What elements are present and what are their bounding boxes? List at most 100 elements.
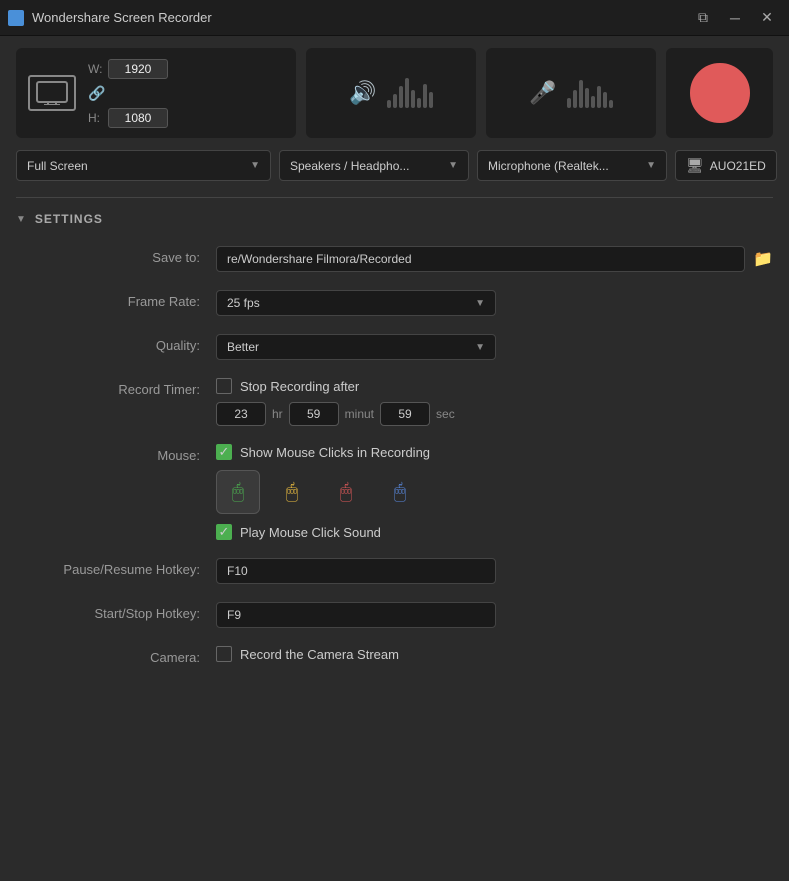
record-button[interactable] (690, 63, 750, 123)
width-row: W: (88, 59, 168, 79)
quality-dropdown[interactable]: Better ▼ (216, 334, 496, 360)
speakers-label: Speakers / Headpho... (290, 159, 409, 173)
camera-control: Record the Camera Stream (216, 646, 773, 662)
timer-min-input[interactable] (289, 402, 339, 426)
dropdowns-row: Full Screen ▼ Speakers / Headpho... ▼ Mi… (16, 150, 773, 181)
play-mouse-click-checkbox[interactable]: ✓ (216, 524, 232, 540)
timer-min-unit: minut (345, 407, 374, 421)
chevron-down-icon: ▼ (250, 160, 260, 171)
width-label: W: (88, 62, 102, 76)
frame-rate-value: 25 fps (227, 296, 260, 310)
timer-inputs: hr minut sec (216, 402, 773, 426)
screen-area: W: 🔗 H: (16, 48, 296, 138)
mouse-label: Mouse: (16, 444, 216, 463)
title-bar: Wondershare Screen Recorder ⧉ ─ ✕ (0, 0, 789, 36)
play-mouse-click-row: ✓ Play Mouse Click Sound (216, 524, 773, 540)
save-path: re/Wondershare Filmora/Recorded (216, 246, 745, 272)
mouse-cursor-blue-icon: 🖱 (394, 481, 406, 504)
mic-dropdown[interactable]: Microphone (Realtek... ▼ (477, 150, 667, 181)
mouse-cursor-red-icon: 🖱 (340, 481, 352, 504)
play-mouse-click-label: Play Mouse Click Sound (240, 525, 381, 540)
show-mouse-checkbox[interactable]: ✓ (216, 444, 232, 460)
record-camera-row: Record the Camera Stream (216, 646, 773, 662)
title-bar-left: Wondershare Screen Recorder (8, 10, 212, 26)
show-mouse-row: ✓ Show Mouse Clicks in Recording (216, 444, 773, 460)
mouse-cursor-green-icon: 🖱 (232, 481, 244, 504)
mouse-style-2-button[interactable]: 🖱 (270, 470, 314, 514)
height-row: H: (88, 108, 168, 128)
dimensions: W: 🔗 H: (88, 59, 168, 128)
settings-header[interactable]: ▼ SETTINGS (16, 212, 773, 226)
app-icon (8, 10, 24, 26)
start-stop-hotkey-control (216, 602, 773, 628)
minimize-button[interactable]: ─ (721, 4, 749, 32)
pause-hotkey-input[interactable] (216, 558, 496, 584)
record-timer-label: Record Timer: (16, 378, 216, 397)
width-input[interactable] (108, 59, 168, 79)
quality-value: Better (227, 340, 259, 354)
frame-rate-dropdown[interactable]: 25 fps ▼ (216, 290, 496, 316)
frame-rate-row: Frame Rate: 25 fps ▼ (16, 290, 773, 316)
link-row: 🔗 (88, 85, 168, 102)
mic-area: 🎤 (486, 48, 656, 138)
show-mouse-label: Show Mouse Clicks in Recording (240, 445, 430, 460)
close-button[interactable]: ✕ (753, 4, 781, 32)
mic-label: Microphone (Realtek... (488, 159, 609, 173)
mouse-style-3-button[interactable]: 🖱 (324, 470, 368, 514)
save-to-control: re/Wondershare Filmora/Recorded 📁 (216, 246, 773, 272)
mouse-style-1-button[interactable]: 🖱 (216, 470, 260, 514)
record-timer-control: Stop Recording after hr minut sec (216, 378, 773, 426)
quality-label: Quality: (16, 334, 216, 353)
pause-hotkey-control (216, 558, 773, 584)
stop-recording-row: Stop Recording after (216, 378, 773, 394)
mouse-control: ✓ Show Mouse Clicks in Recording 🖱 🖱 🖱 🖱 (216, 444, 773, 540)
mouse-icons-row: 🖱 🖱 🖱 🖱 (216, 470, 773, 514)
record-camera-label: Record the Camera Stream (240, 647, 399, 662)
link-icon: 🔗 (88, 85, 105, 102)
collapse-icon: ▼ (16, 214, 27, 225)
app-title: Wondershare Screen Recorder (32, 10, 212, 25)
record-btn-inner (698, 71, 742, 115)
quality-row: Quality: Better ▼ (16, 334, 773, 360)
speakers-dropdown[interactable]: Speakers / Headpho... ▼ (279, 150, 469, 181)
chevron-down-icon: ▼ (475, 298, 485, 309)
save-to-label: Save to: (16, 246, 216, 265)
screen-icon (28, 75, 76, 111)
top-controls: W: 🔗 H: 🔊 🎤 (16, 48, 773, 138)
chevron-down-icon: ▼ (646, 160, 656, 171)
record-camera-checkbox[interactable] (216, 646, 232, 662)
frame-rate-label: Frame Rate: (16, 290, 216, 309)
height-label: H: (88, 111, 102, 125)
timer-hr-input[interactable] (216, 402, 266, 426)
settings-section: ▼ SETTINGS Save to: re/Wondershare Filmo… (16, 197, 773, 665)
mic-icon: 🎤 (529, 80, 556, 106)
start-stop-hotkey-row: Start/Stop Hotkey: (16, 602, 773, 628)
timer-sec-input[interactable] (380, 402, 430, 426)
main-content: W: 🔗 H: 🔊 🎤 (0, 36, 789, 695)
quality-control: Better ▼ (216, 334, 773, 360)
audio-bars (387, 78, 433, 108)
record-timer-row: Record Timer: Stop Recording after hr mi… (16, 378, 773, 426)
folder-button[interactable]: 📁 (753, 249, 773, 269)
stop-recording-label: Stop Recording after (240, 379, 359, 394)
pause-hotkey-row: Pause/Resume Hotkey: (16, 558, 773, 584)
mouse-style-4-button[interactable]: 🖱 (378, 470, 422, 514)
fullscreen-dropdown[interactable]: Full Screen ▼ (16, 150, 271, 181)
camera-row: Camera: Record the Camera Stream (16, 646, 773, 665)
height-input[interactable] (108, 108, 168, 128)
monitor-dropdown[interactable]: 🖥 AUO21ED (675, 150, 777, 181)
stop-recording-checkbox[interactable] (216, 378, 232, 394)
save-to-row: Save to: re/Wondershare Filmora/Recorded… (16, 246, 773, 272)
mouse-cursor-yellow-icon: 🖱 (286, 481, 298, 504)
speaker-icon: 🔊 (349, 80, 376, 106)
chevron-down-icon: ▼ (448, 160, 458, 171)
monitor-icon: 🖥 (686, 157, 704, 174)
path-row: re/Wondershare Filmora/Recorded 📁 (216, 246, 773, 272)
fullscreen-label: Full Screen (27, 159, 88, 173)
audio-area: 🔊 (306, 48, 476, 138)
mouse-row: Mouse: ✓ Show Mouse Clicks in Recording … (16, 444, 773, 540)
restore-button[interactable]: ⧉ (689, 4, 717, 32)
start-stop-hotkey-input[interactable] (216, 602, 496, 628)
settings-title: SETTINGS (35, 212, 103, 226)
frame-rate-control: 25 fps ▼ (216, 290, 773, 316)
